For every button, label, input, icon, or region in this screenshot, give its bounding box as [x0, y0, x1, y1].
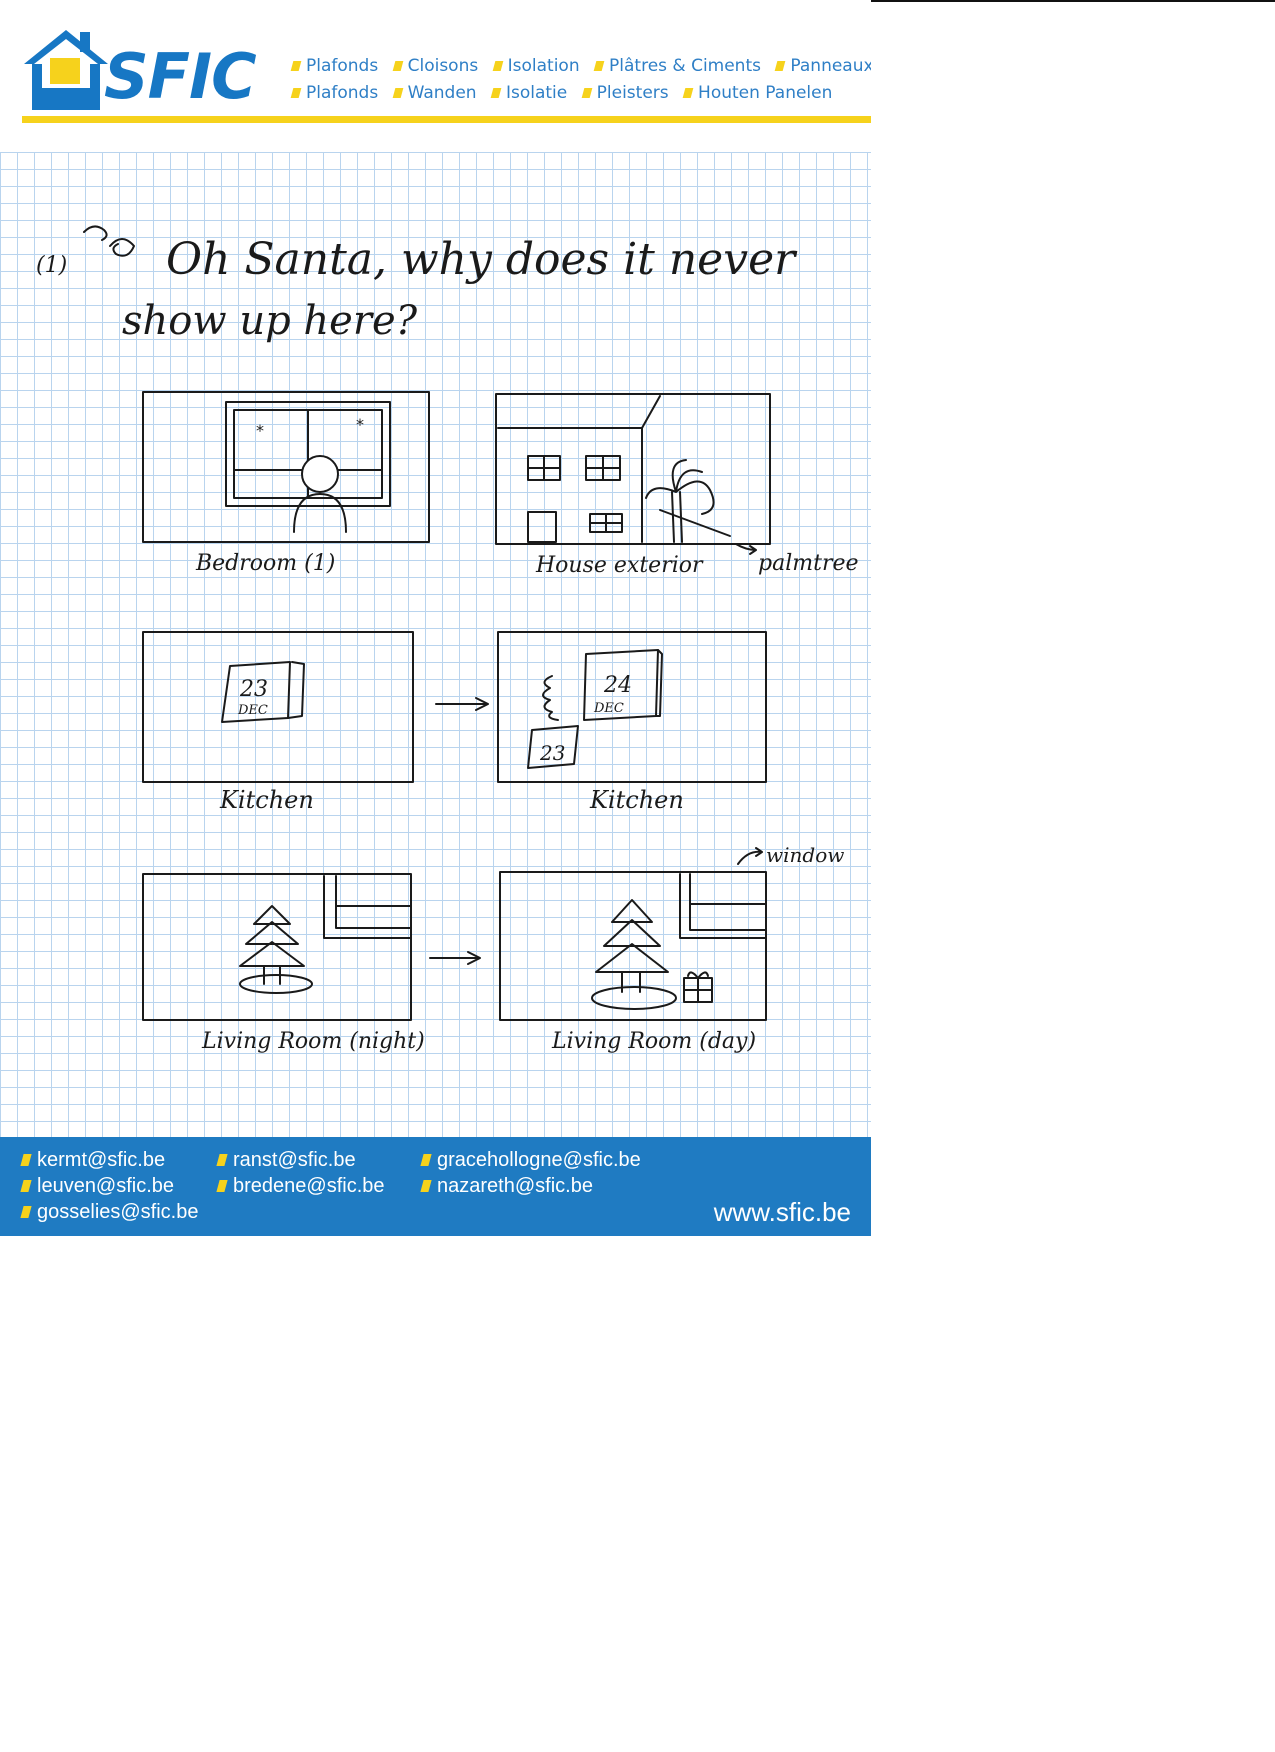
- calendar-month: DEC: [237, 703, 268, 718]
- panel-caption: Living Room (day): [551, 1029, 756, 1054]
- storyboard-sketch: (1) Oh Santa, why does it never show up …: [36, 225, 859, 1054]
- child-head-icon: [301, 455, 339, 493]
- website-link[interactable]: www.sfic.be: [714, 1197, 851, 1228]
- spring-icon: [542, 675, 559, 721]
- bullet-icon: [216, 1180, 228, 1192]
- gift-box-icon: [683, 971, 713, 1003]
- bullet-icon: [420, 1180, 432, 1192]
- panel-caption: Living Room (night): [201, 1029, 425, 1054]
- bullet-icon: [20, 1154, 32, 1166]
- panel-kitchen-before: 23 DEC: [142, 631, 414, 783]
- email-ranst: ranst@sfic.be: [216, 1149, 356, 1172]
- christmas-tree-icon: [591, 899, 677, 1010]
- email-bredene: bredene@sfic.be: [216, 1175, 385, 1198]
- calendar-month: DEC: [593, 701, 624, 716]
- panel-caption: Kitchen: [589, 786, 684, 814]
- panel-living-room-night: [142, 873, 412, 1021]
- palm-tree-icon: [645, 459, 715, 543]
- calendar-day: 23: [239, 677, 268, 702]
- bullet-icon: [20, 1206, 32, 1218]
- note-line-2: show up here?: [122, 298, 418, 344]
- email-nazareth: nazareth@sfic.be: [420, 1175, 593, 1198]
- panel-caption: Bedroom (1): [195, 551, 335, 576]
- note-number: (1): [36, 253, 67, 278]
- email-gosselies: gosselies@sfic.be: [20, 1201, 198, 1224]
- note-line-1: Oh Santa, why does it never: [166, 234, 798, 285]
- email-gracehollogne: gracehollogne@sfic.be: [420, 1149, 641, 1172]
- bullet-icon: [216, 1154, 228, 1166]
- panel-house-exterior: [495, 393, 771, 545]
- arrow-annotation: [737, 847, 763, 865]
- notepad-sheet: SFIC Plafonds Cloisons Isolation Plâtres…: [0, 0, 871, 1236]
- arrow-annotation: [735, 543, 757, 555]
- email-kermt: kermt@sfic.be: [20, 1149, 165, 1172]
- star-icon: *: [356, 415, 364, 434]
- bullet-icon: [20, 1180, 32, 1192]
- scan-edge-line: [871, 0, 1275, 2]
- torn-page-number: 23: [539, 741, 565, 765]
- child-body-icon: [293, 493, 347, 533]
- panel-kitchen-after: 24 DEC 23: [497, 631, 767, 783]
- christmas-tree-icon: [239, 905, 313, 994]
- footer-contacts: kermt@sfic.be leuven@sfic.be gosselies@s…: [0, 1137, 871, 1236]
- calendar-day: 24: [603, 673, 632, 698]
- email-leuven: leuven@sfic.be: [20, 1175, 174, 1198]
- annotation-palmtree: palmtree: [758, 551, 859, 576]
- annotation-window: window: [766, 843, 844, 867]
- panel-caption: House exterior: [535, 553, 704, 578]
- bullet-icon: [420, 1154, 432, 1166]
- star-icon: *: [256, 421, 264, 440]
- panel-living-room-day: [499, 871, 767, 1021]
- scribble-icon: [83, 225, 135, 257]
- panel-bedroom: * *: [142, 391, 430, 543]
- panel-caption: Kitchen: [219, 786, 314, 814]
